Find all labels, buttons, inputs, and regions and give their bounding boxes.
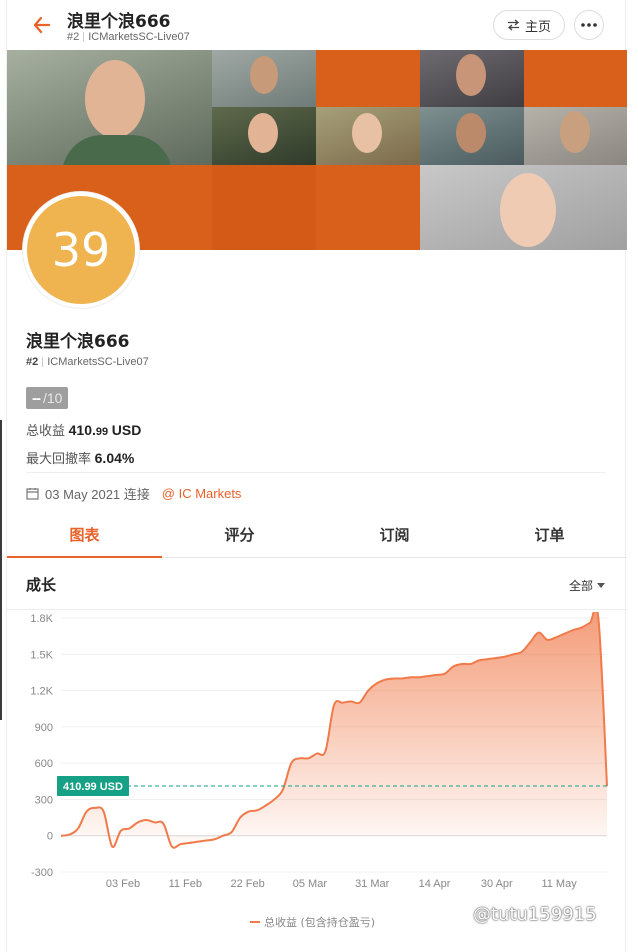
broker-link[interactable]: @ IC Markets <box>162 486 242 501</box>
score-badge: -- /10 <box>26 387 69 409</box>
tab-bar: 图表 评分 订阅 订单 <box>7 512 627 558</box>
divider <box>42 357 44 367</box>
profile-rank: #2 <box>26 356 39 368</box>
profile-name: 浪里个浪666 <box>26 332 130 352</box>
y-tick-label: 1.8K <box>30 613 53 625</box>
total-profit-dec: 99 <box>95 426 109 438</box>
x-tick-label: 03 Feb <box>106 878 140 890</box>
connection-info: 03 May 2021 连接 @ IC Markets <box>26 484 241 503</box>
divider <box>83 32 85 42</box>
x-tick-label: 05 Mar <box>293 878 328 890</box>
current-value-label: 410.99 USD <box>63 781 123 793</box>
switch-icon <box>507 19 519 31</box>
page-title: 浪里个浪666 <box>67 12 171 32</box>
divider <box>26 472 606 473</box>
connection-date: 03 May 2021 连接 <box>45 487 150 502</box>
tab-chart[interactable]: 图表 <box>7 512 162 558</box>
max-drawdown-label: 最大回撤率 <box>26 451 92 466</box>
home-button[interactable]: 主页 <box>493 10 565 40</box>
range-label: 全部 <box>568 579 593 593</box>
total-profit-label: 总收益 <box>26 423 66 438</box>
calendar-icon <box>26 488 39 500</box>
total-profit-int: 410. <box>68 422 96 438</box>
y-tick-label: 1.2K <box>30 686 53 698</box>
top-header: 浪里个浪666 #2 ICMarketsSC-Live07 主页 <box>7 0 627 50</box>
x-tick-label: 22 Feb <box>230 878 264 890</box>
total-profit: 总收益 410.99 USD <box>26 420 141 439</box>
x-tick-label: 31 Mar <box>355 878 390 890</box>
y-tick-label: 0 <box>47 831 53 843</box>
max-drawdown-value: 6.04% <box>94 450 135 466</box>
y-tick-label: 600 <box>35 758 53 770</box>
page-frame: 浪里个浪666 #2 ICMarketsSC-Live07 主页 39 浪里个浪… <box>6 0 627 952</box>
y-tick-label: 1.5K <box>30 649 53 661</box>
score-total: /10 <box>43 390 63 406</box>
x-tick-label: 14 Apr <box>419 878 451 890</box>
profile-account: ICMarketsSC-Live07 <box>47 356 149 368</box>
window-edge <box>0 420 2 720</box>
header-account: ICMarketsSC-Live07 <box>88 31 190 43</box>
tab-rating[interactable]: 评分 <box>162 512 317 557</box>
growth-chart: -300 0 300 600 900 1.2K 1.5K 1.8K 03 Feb 11 Feb 22… <box>7 612 627 942</box>
more-button[interactable] <box>574 10 604 40</box>
legend-label: 总收益 (包含持仓盈亏) <box>264 915 375 929</box>
y-tick-label: -300 <box>31 867 53 879</box>
more-icon <box>581 23 597 27</box>
x-tick-label: 30 Apr <box>481 878 513 890</box>
score-value: -- <box>32 389 41 407</box>
profile-subtitle: #2 ICMarketsSC-Live07 <box>26 356 149 368</box>
tab-subscribe[interactable]: 订阅 <box>317 512 472 557</box>
header-subtitle: #2 ICMarketsSC-Live07 <box>67 31 190 43</box>
avatar: 39 <box>23 192 139 308</box>
tab-orders[interactable]: 订单 <box>472 512 627 557</box>
max-drawdown: 最大回撤率 6.04% <box>26 448 134 467</box>
section-title: 成长 <box>26 577 57 594</box>
growth-chart-svg: -300 0 300 600 900 1.2K 1.5K 1.8K 03 Feb 11 Feb 22… <box>30 612 608 929</box>
back-arrow-icon[interactable] <box>29 12 55 38</box>
x-tick-label: 11 Feb <box>169 878 202 890</box>
total-profit-unit: USD <box>111 422 142 438</box>
watermark: @tutu159915 <box>473 904 597 925</box>
y-tick-label: 300 <box>35 794 53 806</box>
header-rank: #2 <box>67 31 80 43</box>
range-dropdown[interactable]: 全部 <box>569 577 605 594</box>
growth-section-header: 成长 全部 <box>7 558 627 610</box>
caret-down-icon <box>597 583 605 588</box>
y-tick-label: 900 <box>35 722 53 734</box>
home-button-label: 主页 <box>524 18 551 34</box>
x-tick-label: 11 May <box>541 878 577 890</box>
